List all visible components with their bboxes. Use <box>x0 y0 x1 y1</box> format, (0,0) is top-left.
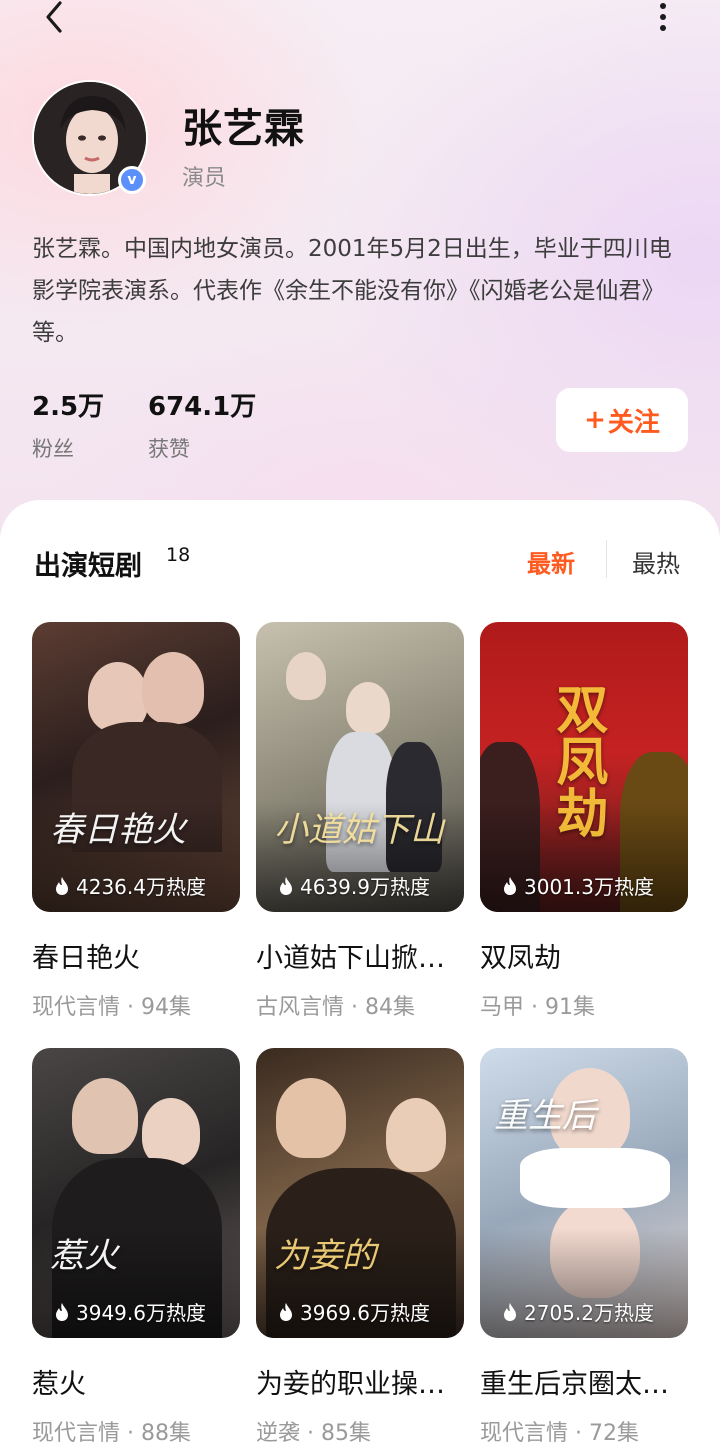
drama-card[interactable]: 为妾的 3969.6万热度 为妾的职业操… 逆袭 · 85集 <box>256 1048 464 1447</box>
drama-meta: 现代言情 · 94集 <box>32 995 191 1020</box>
poster-art-title: 双凤劫 <box>547 682 608 838</box>
drama-meta: 逆袭 · 85集 <box>256 1421 371 1446</box>
drama-meta: 马甲 · 91集 <box>480 995 595 1020</box>
heat-value: 2705.2万热度 <box>524 1301 654 1325</box>
drama-title: 惹火 <box>32 1369 86 1400</box>
section-title: 出演短剧 <box>34 551 142 582</box>
sort-latest-tab[interactable]: 最新 <box>527 544 575 579</box>
drama-poster: 为妾的 3969.6万热度 <box>256 1048 464 1338</box>
drama-poster: 双凤劫 3001.3万热度 <box>480 622 688 912</box>
likes-stat: 674.1万 获赞 <box>148 386 256 463</box>
drama-meta: 现代言情 · 88集 <box>32 1421 191 1446</box>
flame-icon <box>504 876 516 895</box>
heat-badge: 3001.3万热度 <box>502 871 654 900</box>
drama-title: 双凤劫 <box>480 943 561 974</box>
poster-art-title: 春日艳火 <box>50 810 186 850</box>
section-count: 18 <box>166 544 191 566</box>
drama-poster: 惹火 3949.6万热度 <box>32 1048 240 1338</box>
more-options-button[interactable] <box>648 0 678 36</box>
drama-title: 春日艳火 <box>32 943 140 974</box>
follow-label: 关注 <box>607 407 660 438</box>
sort-divider <box>606 540 607 578</box>
drama-card[interactable]: 双凤劫 3001.3万热度 双凤劫 马甲 · 91集 <box>480 622 688 1021</box>
actor-profile-page: v 张艺霖 演员 张艺霖。中国内地女演员。2001年5月2日出生，毕业于四川电影… <box>0 0 720 1450</box>
verified-icon: v <box>118 166 146 194</box>
heat-value: 4639.9万热度 <box>300 875 430 899</box>
heat-value: 3001.3万热度 <box>524 875 654 899</box>
heat-value: 3949.6万热度 <box>76 1301 206 1325</box>
drama-meta: 古风言情 · 84集 <box>256 995 415 1020</box>
heat-badge: 2705.2万热度 <box>502 1297 654 1326</box>
profile-header: v 张艺霖 演员 张艺霖。中国内地女演员。2001年5月2日出生，毕业于四川电影… <box>0 0 720 560</box>
drama-meta: 现代言情 · 72集 <box>480 1421 639 1446</box>
drama-card[interactable]: 重生后 2705.2万热度 重生后京圈太… 现代言情 · 72集 <box>480 1048 688 1447</box>
back-arrow-icon <box>46 1 62 33</box>
poster-art-title: 小道姑下山 <box>274 810 444 850</box>
flame-icon <box>56 876 68 895</box>
dramas-section: 出演短剧 18 最新 最热 春日艳火 4236.4万热度 春日艳火 现代言情 ·… <box>0 500 720 1450</box>
fans-count: 2.5万 <box>32 392 105 422</box>
fans-label: 粉丝 <box>32 437 74 461</box>
poster-art-title: 为妾的 <box>274 1236 376 1276</box>
flame-icon <box>280 1302 292 1321</box>
drama-card[interactable]: 春日艳火 4236.4万热度 春日艳火 现代言情 · 94集 <box>32 622 240 1021</box>
flame-icon <box>504 1302 516 1321</box>
poster-art-title: 重生后 <box>494 1096 596 1136</box>
back-button[interactable] <box>36 0 72 36</box>
drama-poster: 重生后 2705.2万热度 <box>480 1048 688 1338</box>
heat-badge: 3969.6万热度 <box>278 1297 430 1326</box>
flame-icon <box>56 1302 68 1321</box>
more-vertical-icon <box>660 3 666 31</box>
fans-stat: 2.5万 粉丝 <box>32 386 104 463</box>
actor-bio: 张艺霖。中国内地女演员。2001年5月2日出生，毕业于四川电影学院表演系。代表作… <box>32 236 672 346</box>
plus-icon: + <box>584 405 606 435</box>
likes-count: 674.1万 <box>148 392 257 422</box>
likes-label: 获赞 <box>148 437 190 461</box>
heat-badge: 4236.4万热度 <box>54 871 206 900</box>
flame-icon <box>280 876 292 895</box>
drama-poster: 小道姑下山 4639.9万热度 <box>256 622 464 912</box>
avatar[interactable]: v <box>32 80 150 198</box>
drama-poster: 春日艳火 4236.4万热度 <box>32 622 240 912</box>
heat-badge: 4639.9万热度 <box>278 871 430 900</box>
heat-value: 3969.6万热度 <box>300 1301 430 1325</box>
drama-title: 为妾的职业操… <box>256 1369 445 1400</box>
actor-role: 演员 <box>182 166 227 191</box>
top-bar <box>0 0 720 40</box>
drama-title: 小道姑下山掀… <box>256 943 445 974</box>
drama-card[interactable]: 惹火 3949.6万热度 惹火 现代言情 · 88集 <box>32 1048 240 1447</box>
follow-button[interactable]: + 关注 <box>556 388 688 452</box>
drama-card[interactable]: 小道姑下山 4639.9万热度 小道姑下山掀… 古风言情 · 84集 <box>256 622 464 1021</box>
actor-name: 张艺霖 <box>182 106 305 152</box>
heat-badge: 3949.6万热度 <box>54 1297 206 1326</box>
sort-hottest-tab[interactable]: 最热 <box>632 544 680 579</box>
drama-title: 重生后京圈太… <box>480 1369 669 1400</box>
heat-value: 4236.4万热度 <box>76 875 206 899</box>
poster-art-title: 惹火 <box>50 1236 118 1276</box>
